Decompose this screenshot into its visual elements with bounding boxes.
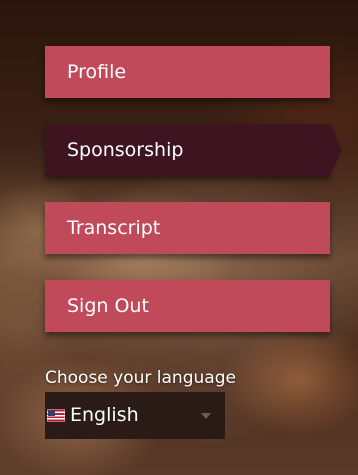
- language-select[interactable]: English: [45, 392, 225, 439]
- sign-out-button[interactable]: Sign Out: [45, 280, 330, 332]
- main-menu: Profile Sponsorship Transcript Sign Out: [45, 46, 342, 358]
- sponsorship-button[interactable]: Sponsorship: [45, 124, 342, 176]
- chevron-down-icon: [201, 412, 211, 419]
- language-label: Choose your language: [45, 368, 236, 388]
- transcript-button[interactable]: Transcript: [45, 202, 330, 254]
- us-flag-icon: [47, 409, 65, 422]
- language-selected-value: English: [70, 404, 139, 426]
- profile-button[interactable]: Profile: [45, 46, 330, 98]
